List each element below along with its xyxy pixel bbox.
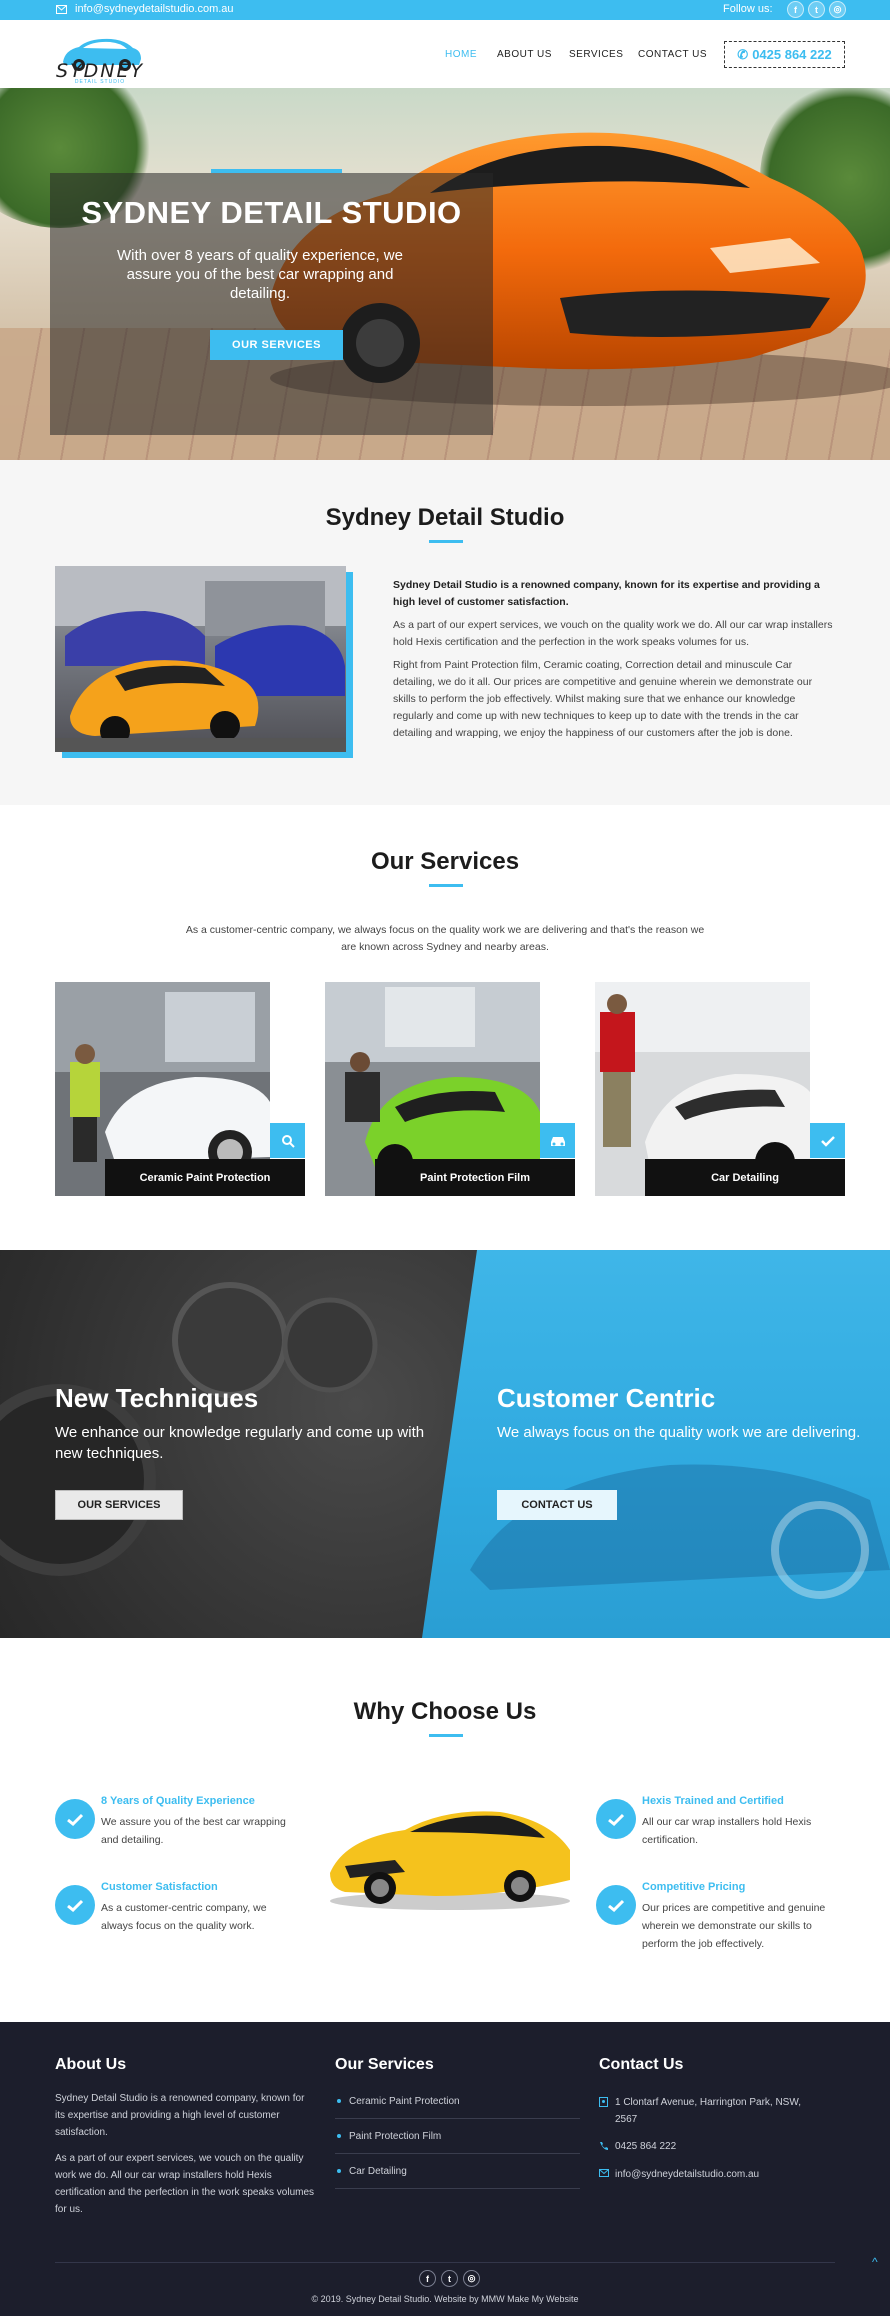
- split-our-services-button[interactable]: OUR SERVICES: [55, 1490, 183, 1520]
- feature-title: Customer Satisfaction: [101, 1881, 218, 1893]
- search-icon[interactable]: [270, 1123, 305, 1158]
- about-lead: Sydney Detail Studio is a renowned compa…: [393, 579, 820, 608]
- footer-about-text: Sydney Detail Studio is a renowned compa…: [55, 2090, 315, 2227]
- about-text: Sydney Detail Studio is a renowned compa…: [393, 577, 833, 748]
- hero-our-services-button[interactable]: OUR SERVICES: [210, 330, 343, 360]
- twitter-icon[interactable]: t: [441, 2270, 458, 2287]
- nav-about-us[interactable]: ABOUT US: [497, 49, 552, 60]
- about-title: Sydney Detail Studio: [325, 504, 565, 531]
- services-intro: As a customer-centric company, we always…: [185, 924, 705, 953]
- instagram-icon[interactable]: ◎: [829, 1, 846, 18]
- facebook-icon[interactable]: f: [787, 1, 804, 18]
- feature-text: As a customer-centric company, we always…: [101, 1902, 267, 1932]
- instagram-icon[interactable]: ◎: [463, 2270, 480, 2287]
- services-section: Our Services As a customer-centric compa…: [0, 805, 890, 1250]
- service-card-ppf[interactable]: Paint Protection Film: [325, 982, 575, 1196]
- footer-email[interactable]: info@sydneydetailstudio.com.au: [599, 2166, 819, 2183]
- phone-icon: [600, 2142, 608, 2150]
- footer-address: 1 Clontarf Avenue, Harrington Park, NSW,…: [599, 2094, 819, 2128]
- footer-divider: [55, 2262, 835, 2263]
- title-underline: [429, 884, 463, 887]
- envelope-icon: [599, 2169, 609, 2177]
- title-underline: [429, 1734, 463, 1737]
- footer-phone[interactable]: 0425 864 222: [599, 2138, 819, 2155]
- footer-service-link[interactable]: Paint Protection Film: [335, 2119, 580, 2154]
- nav-home[interactable]: HOME: [445, 49, 477, 60]
- hero-banner: SYDNEY DETAIL STUDIO With over 8 years o…: [0, 88, 890, 460]
- new-techniques-title: New Techniques: [55, 1383, 259, 1413]
- footer-email-text[interactable]: info@sydneydetailstudio.com.au: [615, 2169, 759, 2180]
- blue-car-image: [470, 1464, 890, 1599]
- footer-service-link[interactable]: Car Detailing: [335, 2154, 580, 2189]
- site-footer: About Us Sydney Detail Studio is a renow…: [0, 2022, 890, 2316]
- service-card-label: Paint Protection Film: [375, 1159, 575, 1196]
- customer-centric-title: Customer Centric: [497, 1383, 716, 1413]
- facebook-icon[interactable]: f: [419, 2270, 436, 2287]
- garage-cars-image: [55, 566, 346, 752]
- check-circle-icon: [55, 1885, 95, 1925]
- footer-copyright: © 2019. Sydney Detail Studio. Website by…: [311, 2294, 579, 2304]
- feature-text: We assure you of the best car wrapping a…: [101, 1816, 286, 1846]
- logo-subtext: DETAIL STUDIO: [74, 79, 126, 85]
- split-feature-section: New Techniques We enhance our knowledge …: [0, 1250, 890, 1638]
- phone-icon: ✆: [737, 46, 749, 62]
- yellow-sports-car-image: [330, 1811, 570, 1910]
- topbar-email-text[interactable]: info@sydneydetailstudio.com.au: [75, 3, 234, 15]
- top-bar: info@sydneydetailstudio.com.au Follow us…: [0, 0, 890, 20]
- about-image: [55, 566, 346, 752]
- topbar-email[interactable]: info@sydneydetailstudio.com.au: [56, 3, 234, 15]
- nav-services[interactable]: SERVICES: [569, 49, 623, 60]
- header-phone-text: 0425 864 222: [752, 47, 832, 62]
- about-paragraph-1: As a part of our expert services, we vou…: [393, 619, 833, 648]
- check-circle-icon: [596, 1799, 636, 1839]
- header-phone-button[interactable]: ✆ 0425 864 222: [724, 41, 845, 68]
- service-card-label: Ceramic Paint Protection: [105, 1159, 305, 1196]
- feature-text: Our prices are competitive and genuine w…: [642, 1902, 826, 1950]
- check-circle-icon: [55, 1799, 95, 1839]
- feature-title: Competitive Pricing: [642, 1881, 746, 1893]
- hero-accent-bar: [211, 169, 342, 173]
- car-icon[interactable]: [540, 1123, 575, 1158]
- customer-centric-text: We always focus on the quality work we a…: [497, 1424, 861, 1441]
- scroll-to-top-icon[interactable]: ^: [872, 2255, 878, 2269]
- split-contact-us-button[interactable]: CONTACT US: [497, 1490, 617, 1520]
- about-paragraph-2: Right from Paint Protection film, Cerami…: [393, 659, 813, 739]
- footer-contact-title: Contact Us: [599, 2056, 684, 2073]
- footer-services-title: Our Services: [335, 2056, 434, 2073]
- check-circle-icon: [596, 1885, 636, 1925]
- why-choose-us-section: Why Choose Us 8 Years of Quality Experie…: [0, 1638, 890, 2022]
- footer-about-p1: Sydney Detail Studio is a renowned compa…: [55, 2093, 305, 2138]
- footer-service-link[interactable]: Ceramic Paint Protection: [335, 2084, 580, 2119]
- new-techniques-text: We enhance our knowledge regularly and c…: [55, 1424, 425, 1462]
- about-section: Sydney Detail Studio Sydney Detail Studi…: [0, 460, 890, 805]
- feature-title: Hexis Trained and Certified: [642, 1795, 784, 1807]
- services-title: Our Services: [370, 848, 520, 875]
- map-pin-icon: [599, 2097, 608, 2107]
- check-icon[interactable]: [810, 1123, 845, 1158]
- feature-text: All our car wrap installers hold Hexis c…: [642, 1816, 812, 1846]
- footer-address-text: 1 Clontarf Avenue, Harrington Park, NSW,…: [615, 2097, 802, 2125]
- footer-phone-text[interactable]: 0425 864 222: [615, 2141, 676, 2152]
- envelope-icon: [56, 4, 67, 14]
- service-card-label: Car Detailing: [645, 1159, 845, 1196]
- follow-label: Follow us:: [723, 3, 773, 15]
- twitter-icon[interactable]: t: [808, 1, 825, 18]
- hero-title: SYDNEY DETAIL STUDIO: [81, 195, 462, 230]
- title-underline: [429, 540, 463, 543]
- service-card-detailing[interactable]: Car Detailing: [595, 982, 845, 1196]
- why-title: Why Choose Us: [353, 1698, 537, 1725]
- service-card-ceramic[interactable]: Ceramic Paint Protection: [55, 982, 305, 1196]
- footer-about-p2: As a part of our expert services, we vou…: [55, 2153, 315, 2215]
- footer-about-title: About Us: [55, 2056, 127, 2073]
- hero-subtitle: With over 8 years of quality experience,…: [117, 247, 403, 302]
- nav-contact-us[interactable]: CONTACT US: [638, 49, 707, 60]
- feature-title: 8 Years of Quality Experience: [101, 1795, 255, 1807]
